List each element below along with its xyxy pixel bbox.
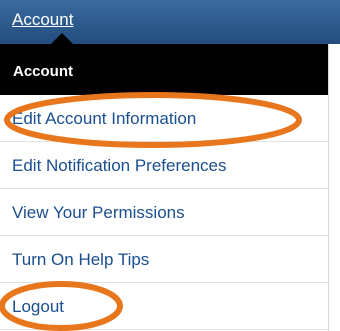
menu-item-turn-on-help-tips[interactable]: Turn On Help Tips xyxy=(0,236,328,283)
menu-header: Account xyxy=(0,44,328,95)
menu-item-edit-account-information[interactable]: Edit Account Information xyxy=(0,95,328,142)
menu-item-edit-notification-preferences[interactable]: Edit Notification Preferences xyxy=(0,142,328,189)
account-dropdown-menu: Account Edit Account Information Edit No… xyxy=(0,44,329,331)
dropdown-caret-icon xyxy=(51,33,73,44)
menu-item-logout[interactable]: Logout xyxy=(0,283,328,330)
account-nav-link[interactable]: Account xyxy=(12,10,73,30)
menu-item-view-your-permissions[interactable]: View Your Permissions xyxy=(0,189,328,236)
